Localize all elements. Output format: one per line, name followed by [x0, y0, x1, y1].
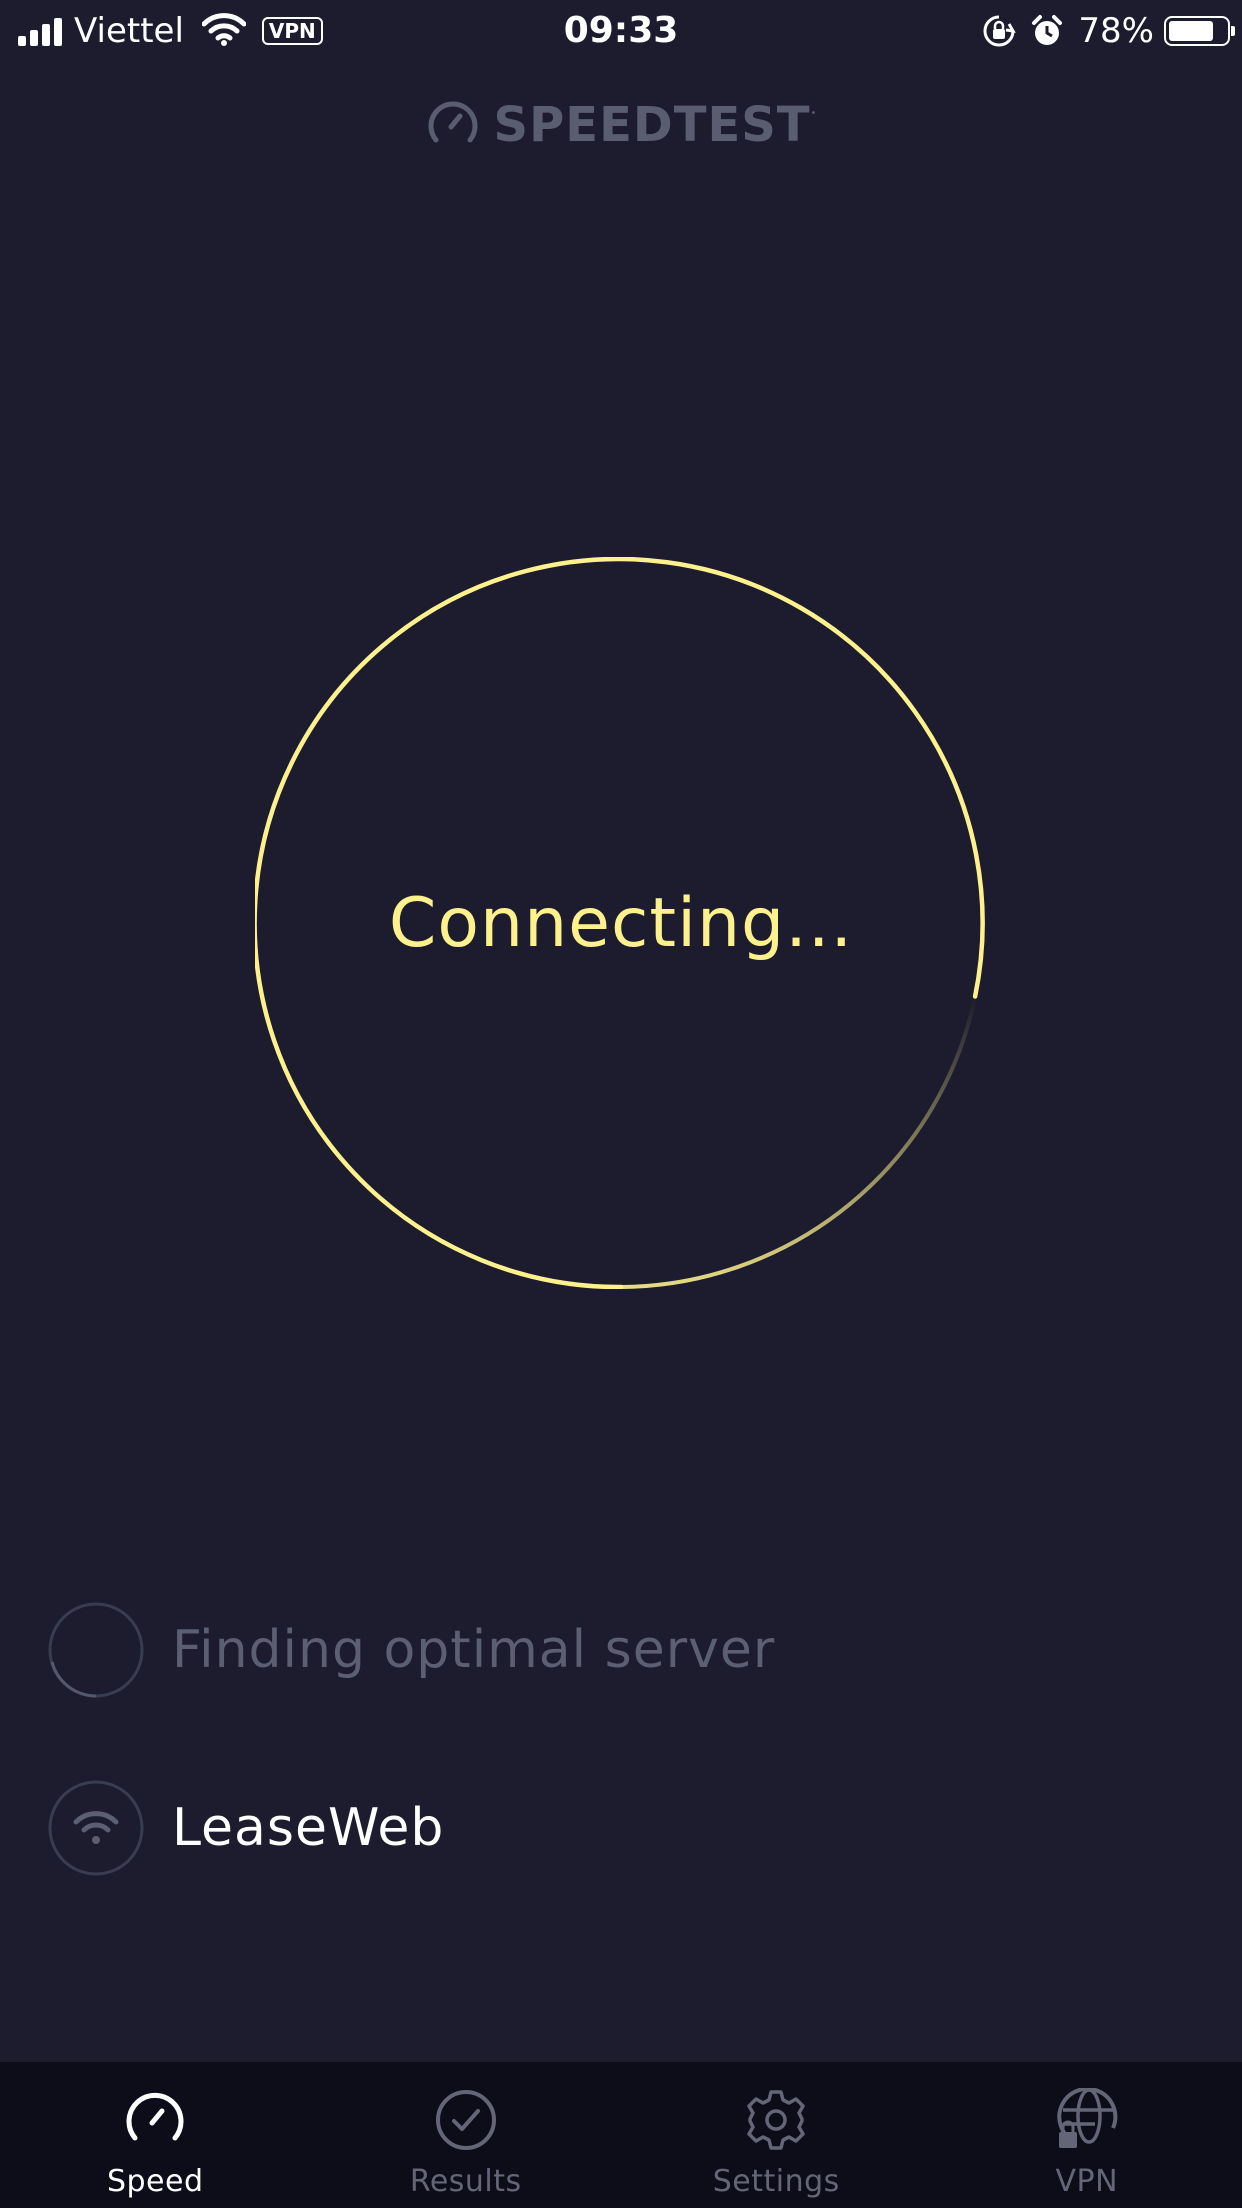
speedometer-icon: [126, 2092, 184, 2141]
tab-speed[interactable]: Speed: [0, 2062, 311, 2208]
isp-name: LeaseWeb: [172, 1798, 445, 1858]
orientation-lock-icon: [982, 14, 1017, 48]
tab-label: Results: [409, 2164, 522, 2199]
isp-row[interactable]: LeaseWeb: [48, 1780, 444, 1876]
tab-vpn[interactable]: VPN: [932, 2062, 1242, 2208]
loading-spinner-icon: [48, 1602, 144, 1698]
tab-label: Settings: [712, 2164, 840, 2199]
battery-level: [1169, 21, 1213, 41]
tab-label: Speed: [106, 2164, 204, 2199]
battery-icon: [1164, 16, 1235, 46]
logo-text: SPEEDTEST: [493, 97, 811, 153]
server-search-row: Finding optimal server: [48, 1602, 775, 1698]
status-bar-right: 78%: [982, 8, 1235, 54]
battery-percent: 78%: [1078, 11, 1154, 51]
status-bar: Viettel VPN 09:33 78%: [0, 0, 1242, 62]
globe-lock-icon: [1057, 2088, 1118, 2148]
connecting-status: Connecting...: [388, 883, 854, 963]
speedtest-logo: SPEEDTEST •: [0, 96, 1242, 154]
alarm-icon: [1030, 14, 1064, 48]
tab-settings[interactable]: Settings: [621, 2062, 932, 2208]
wifi-icon: [48, 1780, 144, 1876]
tab-label: VPN: [1055, 2164, 1119, 2199]
speedometer-icon: [426, 96, 480, 154]
connection-gauge: Connecting...: [255, 557, 987, 1289]
finding-server-text: Finding optimal server: [172, 1620, 776, 1680]
gear-icon: [747, 2090, 805, 2150]
tab-results[interactable]: Results: [311, 2062, 622, 2208]
bottom-tab-bar: Speed Results Settings VPN: [0, 2062, 1242, 2208]
checkmark-circle-icon: [435, 2090, 496, 2150]
